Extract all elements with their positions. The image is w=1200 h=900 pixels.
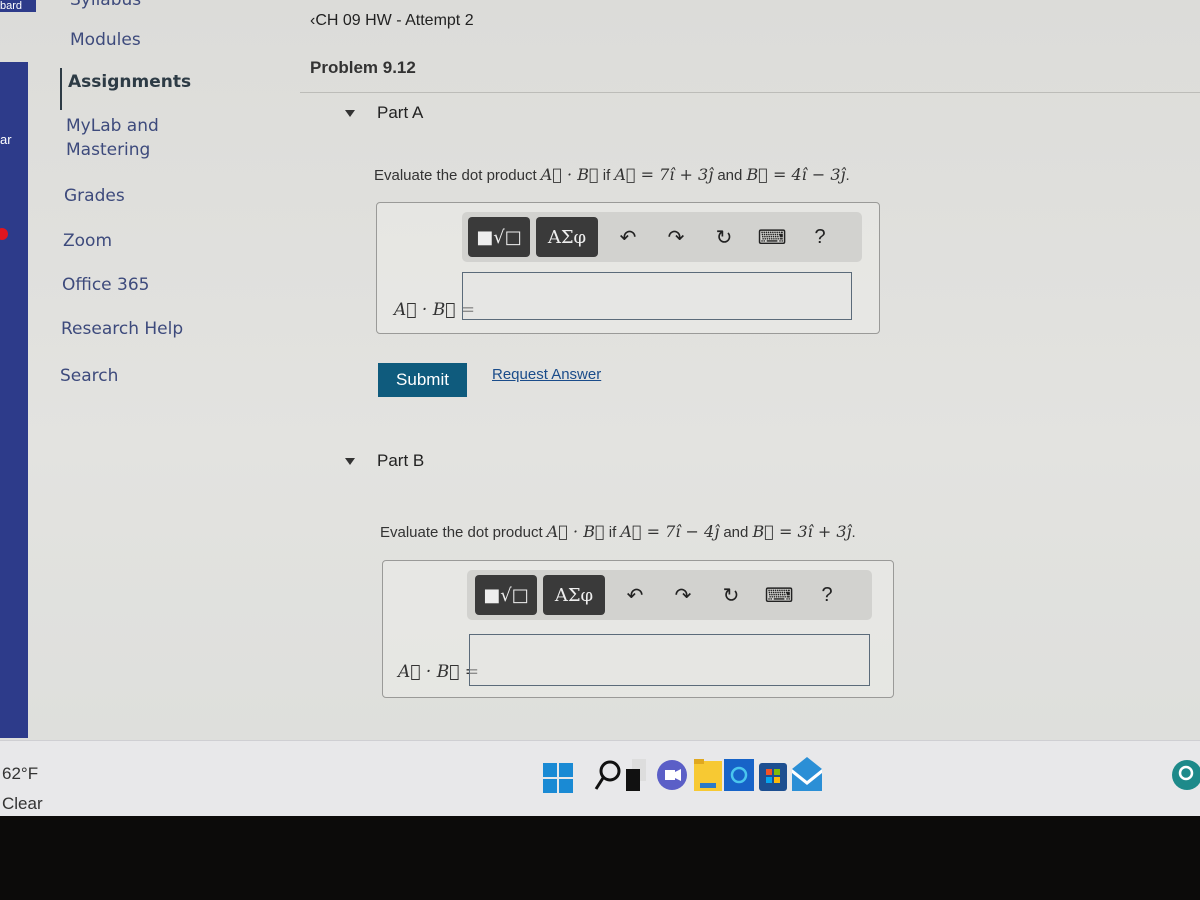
feedback-hub-icon[interactable] — [1168, 755, 1200, 795]
request-answer-link[interactable]: Request Answer — [492, 366, 601, 383]
part-a-label: Part A — [377, 103, 424, 122]
breadcrumb-back-link[interactable]: ‹CH 09 HW - Attempt 2 — [310, 12, 474, 30]
part-b-answer-input[interactable] — [469, 634, 870, 686]
task-view-icon[interactable] — [622, 755, 656, 795]
collapse-triangle-icon — [345, 457, 355, 465]
weather-widget[interactable]: 62°F Clear — [2, 759, 43, 819]
part-a-toggle[interactable]: Part A — [345, 103, 423, 123]
mylab-label-line1: MyLab and — [66, 116, 159, 136]
alexa-icon[interactable] — [722, 755, 756, 795]
vector-b: B⃗ = 4î − 3ĵ — [746, 165, 846, 184]
part-b-math-toolbar: ■√□ ΑΣφ ↶ ↷ ↻ ⌨ ? — [467, 570, 872, 620]
windows-start-icon[interactable] — [541, 755, 575, 795]
monitor-bezel — [0, 816, 1200, 900]
taskbar: 62°F Clear — [0, 740, 1200, 817]
question-expr: A⃗ · B⃗ — [546, 522, 605, 541]
question-text: Evaluate the dot product — [380, 524, 547, 541]
mylab-label-line2: Mastering — [66, 140, 151, 160]
question-text: Evaluate the dot product — [374, 167, 541, 184]
undo-icon[interactable]: ↶ — [604, 225, 652, 250]
course-nav-office365[interactable]: Office 365 — [62, 273, 149, 297]
mail-icon[interactable] — [790, 755, 824, 795]
inbox-badge-dot — [0, 228, 8, 240]
redo-icon[interactable]: ↷ — [659, 583, 707, 608]
question-and: and — [719, 524, 753, 541]
part-a-answer-input[interactable] — [462, 272, 852, 320]
question-if: if — [598, 167, 615, 184]
question-expr: A⃗ · B⃗ — [540, 165, 599, 184]
undo-icon[interactable]: ↶ — [611, 583, 659, 608]
reset-icon[interactable]: ↻ — [700, 225, 748, 250]
part-b-question: Evaluate the dot product A⃗ · B⃗ if A⃗ =… — [380, 522, 856, 541]
part-a-question: Evaluate the dot product A⃗ · B⃗ if A⃗ =… — [374, 165, 850, 184]
part-a-math-toolbar: ■√□ ΑΣφ ↶ ↷ ↻ ⌨ ? — [462, 212, 862, 262]
vector-a: A⃗ = 7î + 3ĵ — [614, 165, 714, 184]
chat-icon[interactable] — [655, 755, 689, 795]
redo-icon[interactable]: ↷ — [652, 225, 700, 250]
part-b-answer-label: A⃗ · B⃗ = — [398, 662, 480, 682]
keyboard-icon[interactable]: ⌨ — [755, 583, 803, 608]
help-icon[interactable]: ? — [803, 584, 851, 607]
keyboard-icon[interactable]: ⌨ — [748, 225, 796, 250]
part-b-toggle[interactable]: Part B — [345, 451, 424, 471]
temperature: 62°F — [2, 764, 39, 783]
course-nav-modules[interactable]: Modules — [70, 28, 141, 52]
dashboard-label: bard — [0, 0, 23, 12]
templates-button[interactable]: ■√□ — [475, 575, 537, 615]
question-end: . — [851, 524, 856, 541]
global-nav-dashboard[interactable]: bard — [0, 0, 36, 12]
course-nav-grades[interactable]: Grades — [64, 184, 125, 208]
file-explorer-icon[interactable] — [690, 755, 724, 795]
submit-button[interactable]: Submit — [378, 363, 467, 397]
templates-button[interactable]: ■√□ — [468, 217, 530, 257]
problem-title: Problem 9.12 — [310, 58, 416, 77]
course-nav-mylab[interactable]: MyLab and Mastering — [66, 114, 159, 162]
weather-condition: Clear — [2, 794, 43, 813]
course-nav-search[interactable]: Search — [60, 364, 118, 388]
question-and: and — [713, 167, 747, 184]
question-if: if — [604, 524, 621, 541]
vector-a: A⃗ = 7î − 4ĵ — [620, 522, 720, 541]
help-icon[interactable]: ? — [796, 226, 844, 249]
symbols-button[interactable]: ΑΣφ — [543, 575, 605, 615]
symbols-button[interactable]: ΑΣφ — [536, 217, 598, 257]
course-nav-research-help[interactable]: Research Help — [61, 317, 183, 341]
global-nav-calendar[interactable]: ar — [0, 132, 12, 147]
global-nav: ar — [0, 62, 28, 738]
course-nav-zoom[interactable]: Zoom — [63, 229, 112, 253]
microsoft-store-icon[interactable] — [756, 755, 790, 795]
search-icon[interactable] — [590, 755, 624, 795]
browser-viewport: bard es ar Syllabus Modules Assignments … — [0, 0, 1200, 740]
reset-icon[interactable]: ↻ — [707, 583, 755, 608]
part-b-label: Part B — [377, 451, 425, 470]
active-indicator — [60, 68, 62, 110]
vector-b: B⃗ = 3î + 3ĵ — [752, 522, 852, 541]
course-nav-syllabus[interactable]: Syllabus — [70, 0, 141, 12]
divider — [300, 92, 1200, 93]
question-end: . — [845, 167, 850, 184]
course-nav-assignments[interactable]: Assignments — [68, 70, 191, 94]
collapse-triangle-icon — [345, 109, 355, 117]
